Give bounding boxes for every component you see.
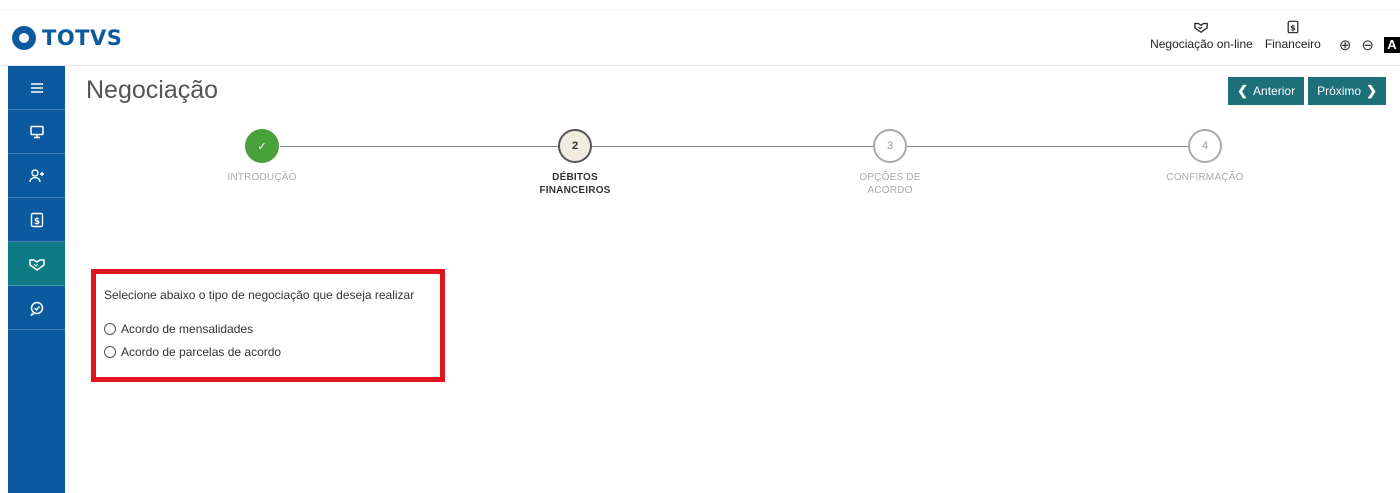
step-opcoes[interactable]: 3 OPÇÕES DE ACORDO (790, 128, 990, 197)
sidebar-item-atendimento[interactable] (8, 286, 65, 330)
step-circle: 3 (873, 129, 907, 163)
brand-logo[interactable]: TOTVS (12, 26, 122, 50)
step-debitos[interactable]: 2 DÉBITOS FINANCEIROS (475, 128, 675, 197)
top-strip (0, 0, 1400, 10)
zoom-out-icon[interactable]: ⊖ (1361, 36, 1374, 54)
wizard-nav: ❮ Anterior Próximo ❯ (1228, 77, 1386, 105)
money-doc-icon: $ (1287, 20, 1299, 34)
negotiation-type-box: Selecione abaixo o tipo de negociação qu… (91, 269, 445, 382)
app-header: TOTVS Negociação on-line $ Financeiro ⊕ … (0, 10, 1400, 66)
next-button[interactable]: Próximo ❯ (1308, 77, 1386, 105)
svg-text:$: $ (33, 217, 39, 227)
previous-button[interactable]: ❮ Anterior (1228, 77, 1305, 105)
wizard-stepper: ✓ INTRODUÇÃO 2 DÉBITOS FINANCEIROS 3 OPÇ… (0, 128, 1400, 208)
chevron-right-icon: ❯ (1366, 83, 1377, 98)
previous-label: Anterior (1253, 84, 1296, 98)
stepper-line (280, 146, 1205, 147)
next-label: Próximo (1317, 84, 1362, 98)
step-introducao[interactable]: ✓ INTRODUÇÃO (162, 128, 362, 184)
header-link-financeiro[interactable]: $ Financeiro (1265, 20, 1321, 51)
chevron-left-icon: ❮ (1237, 83, 1249, 98)
step-label: OPÇÕES DE ACORDO (859, 172, 921, 196)
header-link-label: Negociação on-line (1150, 37, 1253, 51)
option-label: Acordo de parcelas de acordo (121, 345, 282, 359)
money-doc-icon: $ (30, 212, 43, 227)
step-label: INTRODUÇÃO (227, 172, 297, 183)
page-title: Negociação (86, 76, 219, 104)
header-links: Negociação on-line $ Financeiro ⊕ ⊖ A (1150, 20, 1400, 54)
header-link-label: Financeiro (1264, 37, 1321, 51)
header-link-negociacao[interactable]: Negociação on-line (1150, 20, 1253, 51)
step-circle: 4 (1188, 129, 1222, 163)
chat-check-icon (29, 301, 43, 316)
sidebar-item-menu[interactable] (8, 66, 65, 110)
step-label: DÉBITOS FINANCEIROS (539, 172, 611, 196)
brand-name: TOTVS (42, 26, 123, 50)
step-circle: 2 (558, 129, 592, 163)
menu-icon (30, 82, 43, 93)
zoom-in-icon[interactable]: ⊕ (1339, 36, 1352, 54)
option-acordo-parcelas[interactable]: Acordo de parcelas de acordo (104, 345, 440, 359)
handshake-icon (28, 258, 45, 271)
step-circle: ✓ (245, 129, 279, 163)
step-confirmacao[interactable]: 4 CONFIRMAÇÃO (1105, 128, 1305, 184)
sidebar-item-negociacao[interactable] (8, 242, 65, 286)
totvs-logo-icon (12, 26, 36, 50)
negotiation-type-prompt: Selecione abaixo o tipo de negociação qu… (104, 288, 415, 302)
radio-button[interactable] (104, 323, 116, 335)
svg-text:$: $ (1290, 24, 1295, 33)
radio-button[interactable] (104, 346, 116, 358)
step-label: CONFIRMAÇÃO (1166, 172, 1244, 183)
option-label: Acordo de mensalidades (121, 322, 254, 336)
accessibility-controls: ⊕ ⊖ A (1339, 36, 1400, 54)
option-acordo-mensalidades[interactable]: Acordo de mensalidades (104, 322, 440, 336)
handshake-icon (1194, 22, 1209, 34)
contrast-icon[interactable]: A (1384, 37, 1400, 53)
